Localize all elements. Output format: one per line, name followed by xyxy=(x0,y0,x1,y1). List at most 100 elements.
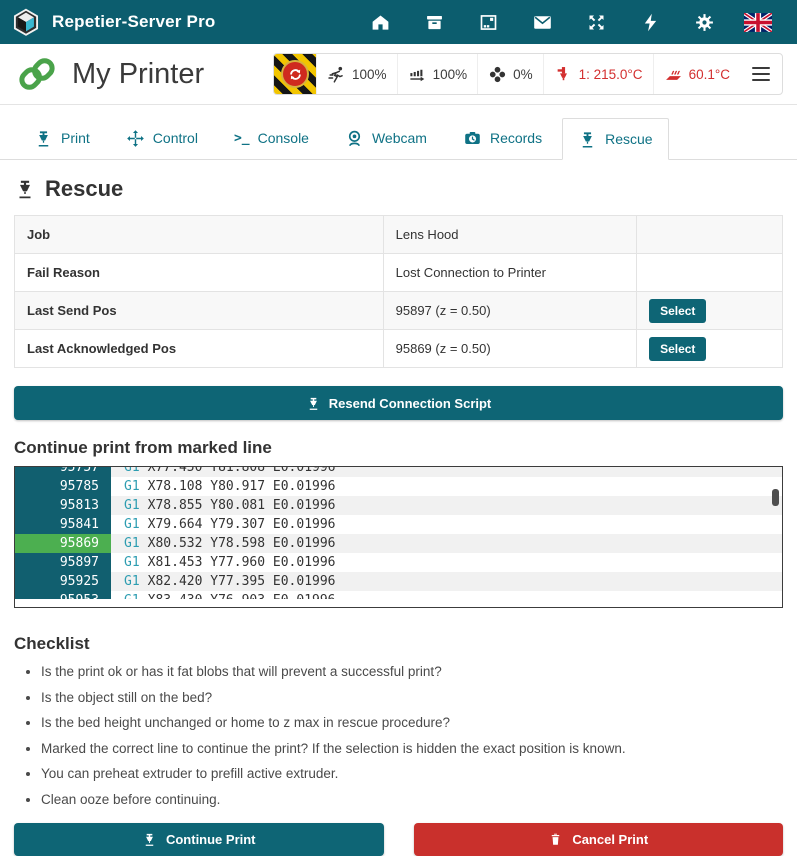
checklist-item: Is the print ok or has it fat blobs that… xyxy=(41,662,783,682)
printer-tabs: Print Control >_ Console Webcam xyxy=(0,105,797,160)
tab-rescue[interactable]: Rescue xyxy=(562,118,668,160)
tab-label: Control xyxy=(153,130,198,146)
gcode-line-number: 95869 xyxy=(15,534,111,553)
language-button[interactable] xyxy=(731,0,785,44)
flow-value: 100% xyxy=(433,67,468,82)
row-value: 95869 (z = 0.50) xyxy=(383,330,636,368)
printer-box-icon xyxy=(424,12,445,33)
tab-webcam[interactable]: Webcam xyxy=(329,117,443,159)
printer-menu-button[interactable] xyxy=(740,54,782,94)
gcode-line-number: 95757 xyxy=(15,467,111,477)
gcode-viewer[interactable]: 95757 G1X77.450 Y81.808 E0.01996 95785 G… xyxy=(14,466,783,608)
speed-icon xyxy=(327,65,346,84)
gcode-line[interactable]: 95925 G1X82.420 Y77.395 E0.01996 xyxy=(15,572,782,591)
fullscreen-icon xyxy=(586,12,607,33)
home-icon xyxy=(370,12,391,33)
resend-connection-script-button[interactable]: Resend Connection Script xyxy=(14,386,783,420)
printer-name: My Printer xyxy=(72,58,204,91)
bed-temp-value: 60.1°C xyxy=(689,67,730,82)
messages-button[interactable] xyxy=(515,0,569,44)
chain-link-icon xyxy=(14,54,60,94)
gcode-line-number: 95785 xyxy=(15,477,111,496)
checklist: Is the print ok or has it fat blobs that… xyxy=(41,662,783,809)
logo-hexagon-icon[interactable] xyxy=(12,8,40,36)
tab-label: Rescue xyxy=(605,131,652,147)
rescue-nozzle-icon xyxy=(578,130,597,149)
select-last-ack-button[interactable]: Select xyxy=(649,337,706,361)
status-extruder-temp[interactable]: 1: 215.0°C xyxy=(543,54,653,94)
fullscreen-button[interactable] xyxy=(569,0,623,44)
row-value: 95897 (z = 0.50) xyxy=(383,292,636,330)
cancel-print-button[interactable]: Cancel Print xyxy=(414,823,784,856)
rescue-heading-icon xyxy=(14,178,36,200)
nozzle-icon xyxy=(306,396,321,411)
gcode-line[interactable]: 95897 G1X81.453 Y77.960 E0.01996 xyxy=(15,553,782,572)
gcode-line[interactable]: 95785 G1X78.108 Y80.917 E0.01996 xyxy=(15,477,782,496)
move-cross-icon xyxy=(126,129,145,148)
rescue-info-table: Job Lens Hood Fail Reason Lost Connectio… xyxy=(14,215,783,368)
gcode-line-code: G1X80.532 Y78.598 E0.01996 xyxy=(111,534,782,553)
status-fan[interactable]: 0% xyxy=(477,54,543,94)
gcode-line-code: G1X77.450 Y81.808 E0.01996 xyxy=(111,467,782,477)
gcode-scrollbar-thumb[interactable] xyxy=(772,489,779,506)
select-last-send-button[interactable]: Select xyxy=(649,299,706,323)
fan-icon xyxy=(488,65,507,84)
gcode-line[interactable]: 95813 G1X78.855 Y80.081 E0.01996 xyxy=(15,496,782,515)
gcode-line-number: 95813 xyxy=(15,496,111,515)
gcode-line-code: G1X79.664 Y79.307 E0.01996 xyxy=(111,515,782,534)
printer-header: My Printer 100% xyxy=(0,44,797,105)
flow-icon xyxy=(408,65,427,84)
tab-label: Webcam xyxy=(372,130,427,146)
settings-gear-icon xyxy=(694,12,715,33)
print-frame-button[interactable] xyxy=(461,0,515,44)
tab-console[interactable]: >_ Console xyxy=(218,117,325,159)
tab-label: Console xyxy=(258,130,309,146)
printer-box-button[interactable] xyxy=(407,0,461,44)
continue-print-button[interactable]: Continue Print xyxy=(14,823,384,856)
gcode-line-code: G1X78.108 Y80.917 E0.01996 xyxy=(111,477,782,496)
row-label: Last Send Pos xyxy=(15,292,384,330)
tab-label: Print xyxy=(61,130,90,146)
gcode-line-list: 95757 G1X77.450 Y81.808 E0.01996 95785 G… xyxy=(15,467,782,599)
status-bed-temp[interactable]: 60.1°C xyxy=(653,54,740,94)
printer-statusbar: 100% 100% xyxy=(273,53,783,95)
emergency-reset-button[interactable] xyxy=(274,54,316,94)
gcode-line-number: 95897 xyxy=(15,553,111,572)
checklist-item: Is the bed height unchanged or home to z… xyxy=(41,713,783,733)
webcam-icon xyxy=(345,129,364,148)
power-button[interactable] xyxy=(623,0,677,44)
tab-print[interactable]: Print xyxy=(18,117,106,159)
row-label: Last Acknowledged Pos xyxy=(15,330,384,368)
checklist-item: Is the object still on the bed? xyxy=(41,688,783,708)
gcode-line-code: G1X83.430 Y76.903 E0.01996 xyxy=(111,591,782,599)
tab-records[interactable]: Records xyxy=(447,117,558,159)
row-label: Job xyxy=(15,216,384,254)
status-flow[interactable]: 100% xyxy=(397,54,478,94)
top-navbar: Repetier-Server Pro xyxy=(0,0,797,44)
settings-button[interactable] xyxy=(677,0,731,44)
gcode-line[interactable]: 95953 G1X83.430 Y76.903 E0.01996 xyxy=(15,591,782,599)
table-row-last-ack-pos: Last Acknowledged Pos 95869 (z = 0.50) S… xyxy=(15,330,783,368)
heated-bed-icon xyxy=(664,65,683,84)
extruder-icon xyxy=(554,65,573,84)
gcode-line-number: 95953 xyxy=(15,591,111,599)
home-button[interactable] xyxy=(353,0,407,44)
print-frame-icon xyxy=(478,12,499,33)
messages-icon xyxy=(532,12,553,33)
speed-value: 100% xyxy=(352,67,387,82)
gcode-line[interactable]: 95841 G1X79.664 Y79.307 E0.01996 xyxy=(15,515,782,534)
trash-icon xyxy=(548,832,563,847)
gcode-line-code: G1X82.420 Y77.395 E0.01996 xyxy=(111,572,782,591)
gcode-line-number: 95841 xyxy=(15,515,111,534)
checklist-item: You can preheat extruder to prefill acti… xyxy=(41,764,783,784)
gcode-line-number: 95925 xyxy=(15,572,111,591)
gcode-line[interactable]: 95757 G1X77.450 Y81.808 E0.01996 xyxy=(15,467,782,477)
gcode-line-code: G1X81.453 Y77.960 E0.01996 xyxy=(111,553,782,572)
tab-control[interactable]: Control xyxy=(110,117,214,159)
gcode-line[interactable]: 95869 G1X80.532 Y78.598 E0.01996 xyxy=(15,534,782,553)
navbar-icon-group xyxy=(353,0,785,44)
fan-value: 0% xyxy=(513,67,533,82)
gcode-line-code: G1X78.855 Y80.081 E0.01996 xyxy=(111,496,782,515)
checklist-item: Clean ooze before continuing. xyxy=(41,790,783,810)
status-speed[interactable]: 100% xyxy=(316,54,397,94)
